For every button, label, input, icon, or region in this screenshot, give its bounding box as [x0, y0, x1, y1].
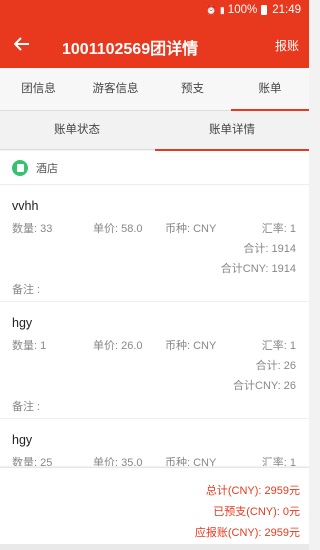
list-item[interactable]: hgy 数量: 1 单价: 26.0 币种: CNY 汇率: 1 合计: 26 …: [0, 302, 309, 419]
bottom-divider: [0, 544, 309, 550]
item-rate: 汇率: 1: [261, 457, 296, 466]
item-name: vvhh: [12, 199, 39, 213]
clock: 21:49: [272, 4, 301, 16]
arrow-left-icon[interactable]: [11, 31, 33, 57]
item-total: 合计: 26: [255, 360, 296, 372]
summary-advanced: 已预支(CNY): 0元: [213, 506, 300, 518]
status-bar-right: ⏰ ▮ 100% 21:49: [206, 4, 301, 16]
status-bar: ⏰ ▮ 100% 21:49: [0, 0, 309, 22]
item-unit-price: 单价: 58.0: [93, 223, 143, 235]
page-title: 1001102569团详情: [62, 41, 199, 58]
document-icon: [12, 159, 28, 176]
category-header: 酒店: [0, 151, 309, 185]
subtab-bill-status[interactable]: 账单状态: [0, 112, 154, 150]
bill-summary: 总计(CNY): 2959元 已预支(CNY): 0元 应报账(CNY): 29…: [0, 467, 309, 544]
item-remark: 备注 :: [12, 284, 41, 296]
item-currency: 币种: CNY: [165, 340, 217, 352]
item-name: hgy: [12, 316, 33, 330]
category-label: 酒店: [36, 162, 58, 175]
item-quantity: 数量: 33: [12, 223, 53, 235]
summary-total: 总计(CNY): 2959元: [205, 485, 300, 497]
tab-group-info[interactable]: 团信息: [0, 68, 77, 111]
item-quantity: 数量: 25: [12, 457, 53, 466]
item-remark: 备注 :: [12, 401, 41, 413]
report-button[interactable]: 报账: [275, 37, 299, 54]
item-total-cny: 合计CNY: 1914: [220, 263, 296, 275]
bill-list[interactable]: 酒店 vvhh 数量: 33 单价: 58.0 币种: CNY 汇率: 1 合计…: [0, 151, 309, 466]
battery-icon: [261, 5, 268, 15]
item-quantity: 数量: 1: [12, 340, 47, 352]
tab-advance[interactable]: 预支: [154, 68, 231, 111]
item-unit-price: 单价: 26.0: [93, 340, 143, 352]
tab-bill[interactable]: 账单: [231, 68, 309, 111]
sub-tabs: 账单状态 账单详情: [0, 112, 309, 151]
alarm-icon: ⏰: [205, 4, 217, 15]
app-bar: 1001102569团详情 报账: [0, 22, 309, 68]
list-item[interactable]: hgy 数量: 25 单价: 35.0 币种: CNY 汇率: 1: [0, 419, 309, 466]
main-tabs: 团信息 游客信息 预支 账单: [0, 68, 309, 111]
item-unit-price: 单价: 35.0: [93, 457, 143, 466]
item-total-cny: 合计CNY: 26: [233, 380, 296, 392]
signal-icon: ▮: [219, 4, 225, 15]
summary-payable: 应报账(CNY): 2959元: [194, 527, 300, 539]
item-currency: 币种: CNY: [165, 457, 217, 466]
item-name: hgy: [12, 433, 33, 447]
list-item[interactable]: vvhh 数量: 33 单价: 58.0 币种: CNY 汇率: 1 合计: 1…: [0, 185, 309, 302]
item-currency: 币种: CNY: [165, 223, 217, 235]
battery-percent: 100%: [227, 4, 258, 16]
item-total: 合计: 1914: [243, 243, 296, 255]
tab-tourist-info[interactable]: 游客信息: [77, 68, 154, 111]
subtab-bill-detail[interactable]: 账单详情: [155, 112, 309, 151]
item-rate: 汇率: 1: [261, 340, 296, 352]
item-rate: 汇率: 1: [261, 223, 296, 235]
